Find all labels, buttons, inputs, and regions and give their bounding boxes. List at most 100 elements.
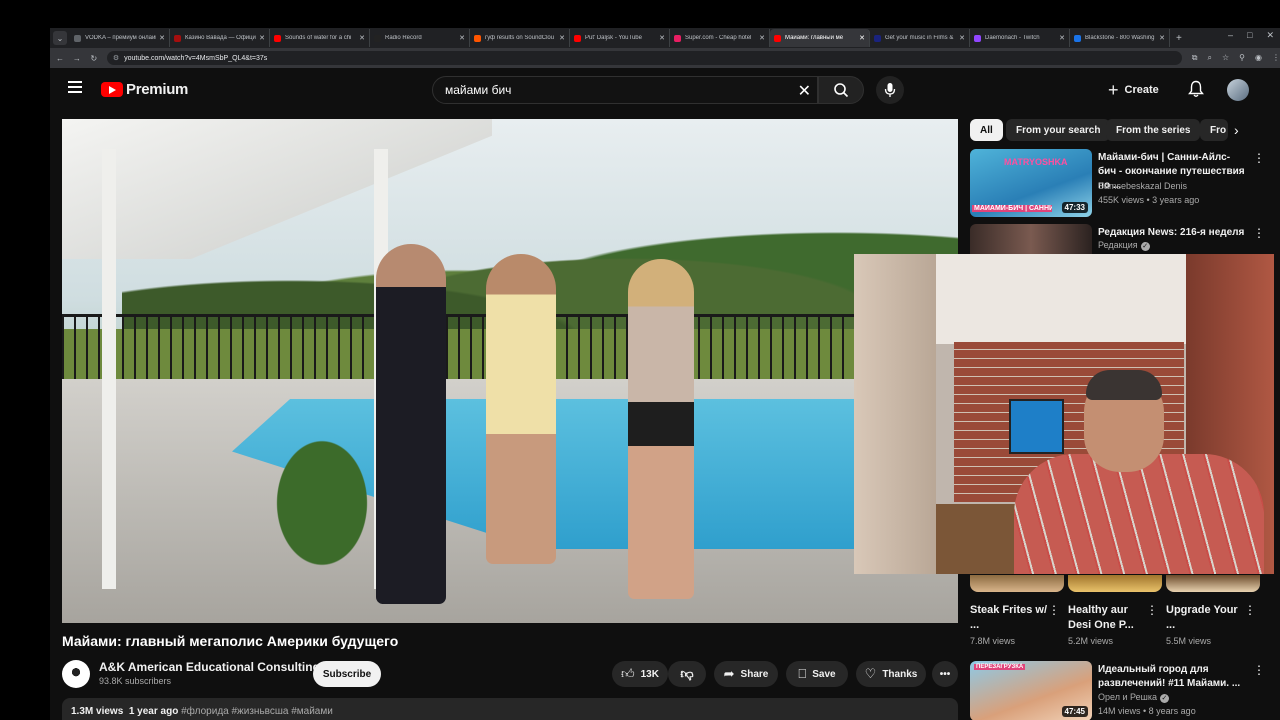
- tab-label: Radio Record: [385, 35, 422, 41]
- browser-tab[interactable]: Sounds of water for a chi ✕: [270, 29, 370, 47]
- tab-close-icon[interactable]: ✕: [659, 34, 665, 42]
- tab-close-icon[interactable]: ✕: [759, 34, 765, 42]
- subscribe-button[interactable]: Subscribe: [313, 661, 381, 687]
- tab-close-icon[interactable]: ✕: [459, 34, 465, 42]
- browser-tab[interactable]: Казино Вавада — Офици ✕: [170, 29, 270, 47]
- more-vertical-icon[interactable]: ⋮: [1253, 151, 1265, 165]
- tab-close-icon[interactable]: ✕: [559, 34, 565, 42]
- short-thumbnail[interactable]: [1068, 575, 1162, 592]
- thanks-label: Thanks: [882, 668, 918, 680]
- video-player[interactable]: [62, 119, 958, 623]
- url-text: youtube.com/watch?v=4MsmSbP_QL4&t=37s: [124, 54, 268, 62]
- tab-close-icon[interactable]: ✕: [1059, 34, 1065, 42]
- new-tab-icon[interactable]: +: [1176, 33, 1182, 44]
- recommendation-thumbnail[interactable]: ПЕРЕЗАГРУЗКА 47:45: [970, 661, 1092, 720]
- channel-name[interactable]: A&K American Educational Consulting: [99, 660, 320, 674]
- tab-close-icon[interactable]: ✕: [159, 34, 165, 42]
- more-vertical-icon[interactable]: ⋮: [1244, 603, 1256, 617]
- chevron-right-icon[interactable]: ›: [1234, 122, 1239, 138]
- short-item[interactable]: Steak Frites w/ ... 7.8M views ⋮: [970, 575, 1064, 646]
- more-vertical-icon[interactable]: ⋮: [1253, 226, 1265, 240]
- description-box[interactable]: 1.3M views 1 year ago #флорида #жизньвсш…: [62, 698, 958, 720]
- clear-search-icon[interactable]: ✕: [798, 81, 811, 101]
- save-button[interactable]: ⎕ Save: [786, 661, 848, 687]
- recommendation-item[interactable]: MATRYOSHKA МАЙАМИ-БИЧ | САННИ-АЙ 47:33 М…: [970, 149, 1270, 219]
- more-vertical-icon[interactable]: ⋮: [1253, 663, 1265, 677]
- browser-tab[interactable]: гуф results on SoundClou ✕: [470, 29, 570, 47]
- short-title: Upgrade Your ...: [1166, 604, 1238, 631]
- browser-menu-icon[interactable]: ⋮: [1272, 53, 1280, 63]
- save-label: Save: [812, 668, 836, 680]
- channel-avatar[interactable]: [62, 660, 90, 688]
- recommendation-thumbnail[interactable]: MATRYOSHKA МАЙАМИ-БИЧ | САННИ-АЙ 47:33: [970, 149, 1092, 217]
- tab-close-icon[interactable]: ✕: [959, 34, 965, 42]
- short-item[interactable]: Healthy aur Desi One P... 5.2M views ⋮: [1068, 575, 1162, 646]
- chip-from-truncated[interactable]: Fro: [1200, 119, 1228, 141]
- search-button[interactable]: [818, 76, 864, 104]
- video-person-woman-blouse: [628, 259, 694, 599]
- short-item[interactable]: Upgrade Your ... 5.5M views ⋮: [1166, 575, 1260, 646]
- recommendation-thumbnail[interactable]: [970, 224, 1092, 254]
- forward-icon[interactable]: →: [70, 54, 84, 63]
- share-button[interactable]: ➦ Share: [714, 661, 778, 687]
- browser-tab[interactable]: Blackstone - 800 Washing ✕: [1070, 29, 1170, 47]
- bookmark-star-icon[interactable]: ☆: [1222, 53, 1229, 63]
- maximize-icon[interactable]: □: [1247, 30, 1252, 41]
- tab-search-icon[interactable]: ⌄: [53, 31, 67, 45]
- thanks-icon: ♡: [864, 666, 877, 681]
- logo-text: Premium: [126, 81, 189, 98]
- tab-close-icon[interactable]: ✕: [1159, 34, 1165, 42]
- recommendation-channel: Орел и Решка ✓: [1098, 692, 1169, 703]
- install-icon[interactable]: ⧉: [1192, 53, 1198, 63]
- page-scrollbar[interactable]: [1274, 114, 1280, 720]
- tab-close-icon[interactable]: ✕: [359, 34, 365, 42]
- create-button[interactable]: + Create: [1108, 78, 1159, 102]
- extensions-icon[interactable]: ⚲: [1239, 53, 1245, 63]
- address-bar-icons: ⧉ ⌕ ☆ ⚲ ◉ ⋮: [1192, 53, 1280, 63]
- browser-tab[interactable]: Super.com - Cheap hotel ✕: [670, 29, 770, 47]
- browser-tab[interactable]: Майами: главный ме ✕: [770, 29, 870, 47]
- browser-tab[interactable]: Get your music in Films & ✕: [870, 29, 970, 47]
- chip-from-your-search[interactable]: From your search: [1006, 119, 1111, 141]
- zoom-icon[interactable]: ⌕: [1208, 53, 1212, 63]
- account-avatar[interactable]: [1227, 79, 1249, 101]
- hamburger-menu-icon[interactable]: [68, 81, 82, 96]
- short-views: 7.8M views: [970, 636, 1016, 646]
- browser-tab[interactable]: Daemonach - Twitch ✕: [970, 29, 1070, 47]
- site-info-icon[interactable]: ⚙: [113, 54, 119, 62]
- close-window-icon[interactable]: ✕: [1266, 30, 1274, 41]
- more-vertical-icon[interactable]: ⋮: [1048, 603, 1060, 617]
- browser-tab[interactable]: Put' Daljsk - YouTube ✕: [570, 29, 670, 47]
- chip-all[interactable]: All: [970, 119, 1003, 141]
- back-icon[interactable]: ←: [53, 54, 67, 63]
- search-input[interactable]: [433, 77, 783, 103]
- thumbnail-brand-text: MATRYOSHKA: [1004, 157, 1068, 167]
- more-actions-button[interactable]: •••: [932, 661, 958, 687]
- notifications-bell-icon[interactable]: [1188, 80, 1204, 98]
- reload-icon[interactable]: ↻: [87, 54, 101, 63]
- url-field[interactable]: ⚙ youtube.com/watch?v=4MsmSbP_QL4&t=37s: [106, 51, 1182, 65]
- channel-label: Редакция: [1098, 240, 1138, 250]
- chip-from-the-series[interactable]: From the series: [1106, 119, 1201, 141]
- browser-tab[interactable]: Radio Record ✕: [370, 29, 470, 47]
- webcam-person-shirt: [1014, 454, 1264, 574]
- short-title: Healthy aur Desi One P...: [1068, 604, 1134, 631]
- short-thumbnail[interactable]: [970, 575, 1064, 592]
- more-vertical-icon[interactable]: ⋮: [1146, 603, 1158, 617]
- short-thumbnail[interactable]: [1166, 575, 1260, 592]
- youtube-premium-logo[interactable]: Premium: [101, 81, 188, 98]
- recommendation-item[interactable]: ПЕРЕЗАГРУЗКА 47:45 Идеальный город для р…: [970, 661, 1270, 720]
- thanks-button[interactable]: ♡ Thanks: [856, 661, 926, 687]
- profile-icon[interactable]: ◉: [1255, 53, 1262, 63]
- share-label: Share: [740, 668, 769, 680]
- dislike-button[interactable]: 👎︎: [668, 661, 706, 687]
- minimize-icon[interactable]: –: [1228, 30, 1233, 41]
- hashtags[interactable]: #флорида #жизньвсша #майами: [181, 706, 333, 717]
- like-button[interactable]: 👍︎ 13K: [612, 661, 668, 687]
- voice-search-button[interactable]: [876, 76, 904, 104]
- tab-close-icon[interactable]: ✕: [259, 34, 265, 42]
- channel-label: Орел и Решка: [1098, 692, 1157, 702]
- tab-close-icon[interactable]: ✕: [859, 34, 865, 42]
- recommendation-item[interactable]: Редакция News: 216-я неделя Редакция ✓ ⋮: [970, 224, 1270, 254]
- browser-tab[interactable]: VODKA – премиум онлайн ✕: [70, 29, 170, 47]
